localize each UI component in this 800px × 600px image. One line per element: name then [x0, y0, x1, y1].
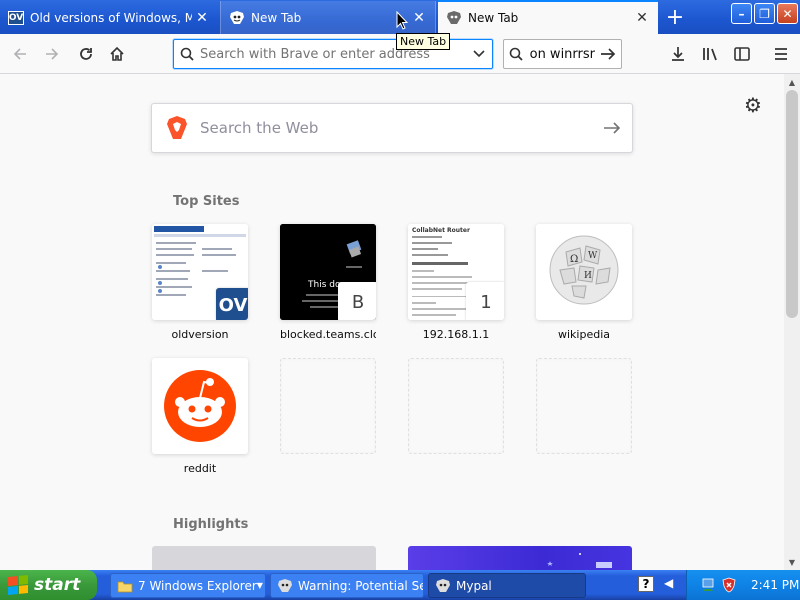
top-site-wikipedia[interactable]: Ω W И wikipedia	[536, 224, 632, 341]
svg-text:И: И	[584, 271, 592, 281]
mouse-cursor-icon	[396, 11, 408, 30]
screen: OV Old versions of Windows, Mac and Linu…	[0, 0, 800, 600]
oldversion-thumbnail: OV	[152, 224, 248, 320]
top-site-label: reddit	[183, 462, 217, 475]
tab-title: Old versions of Windows, Mac and Linux	[30, 10, 192, 25]
ov-favicon-icon: OV	[8, 10, 24, 25]
brave-icon	[277, 578, 293, 594]
thumbnail-text: CollabNet Router	[412, 227, 470, 234]
start-label: start	[34, 575, 81, 595]
top-site-label: blocked.teams.clo...	[280, 328, 376, 341]
top-site-reddit[interactable]: reddit	[152, 358, 248, 475]
start-button[interactable]: start	[0, 570, 97, 600]
thumbnail-text: This do	[308, 280, 341, 290]
go-arrow-icon[interactable]	[595, 47, 621, 61]
top-site-label: 192.168.1.1	[422, 328, 490, 341]
chevron-down-icon: ▼	[256, 581, 263, 590]
shield-icon[interactable]	[721, 577, 737, 593]
vertical-scrollbar[interactable]: ▲ ▼	[784, 74, 800, 570]
brave-favicon-icon	[446, 10, 462, 26]
system-tray: 2:41 PM	[686, 570, 800, 600]
tab-title: New Tab	[251, 10, 302, 25]
network-icon[interactable]	[701, 577, 717, 593]
minimize-icon[interactable]: –	[731, 3, 752, 24]
new-tab-page: ⚙ Top Sites OV oldv	[0, 74, 784, 570]
scroll-up-icon[interactable]: ▲	[784, 74, 800, 90]
brave-favicon-icon	[229, 10, 245, 26]
highlight-card[interactable]	[152, 546, 376, 570]
top-site-empty[interactable]	[536, 358, 632, 462]
search-icon	[174, 47, 200, 61]
search-bar[interactable]: on winrrsr	[503, 39, 622, 69]
search-input[interactable]: on winrrsr	[528, 47, 595, 62]
close-icon[interactable]: ✕	[192, 8, 212, 28]
top-site-empty[interactable]	[408, 358, 504, 462]
clock[interactable]: 2:41 PM	[751, 578, 799, 592]
folder-icon	[117, 578, 133, 594]
top-site-blocked-teams[interactable]: This do B blocked.teams.clo...	[280, 224, 376, 341]
new-tab-plus-icon[interactable]: +	[662, 4, 688, 30]
scroll-thumb[interactable]	[786, 90, 798, 318]
top-site-empty[interactable]	[280, 358, 376, 462]
top-site-oldversion[interactable]: OV oldversion	[152, 224, 248, 341]
taskbar-button-label: Warning: Potential Se...	[298, 578, 423, 593]
top-site-label: wikipedia	[557, 328, 610, 341]
empty-slot	[536, 358, 632, 454]
library-icon[interactable]	[697, 40, 725, 68]
sidebar-icon[interactable]	[728, 40, 756, 68]
chevron-down-icon[interactable]	[466, 49, 492, 59]
go-arrow-icon[interactable]	[592, 121, 632, 135]
home-icon[interactable]	[103, 40, 131, 68]
windows-logo-icon	[8, 574, 28, 596]
site-letter-badge: 1	[466, 282, 504, 320]
svg-text:W: W	[588, 251, 598, 261]
wikipedia-logo: Ω W И	[536, 224, 632, 320]
taskbar-button-mypal[interactable]: Mypal	[428, 573, 586, 598]
reddit-logo	[152, 358, 248, 454]
taskbar-button-warning[interactable]: Warning: Potential Se...	[270, 573, 424, 598]
site-letter-badge: B	[338, 282, 376, 320]
top-sites-heading: Top Sites	[173, 194, 240, 209]
tab-tooltip: New Tab	[396, 33, 451, 50]
restore-icon[interactable]: ❐	[754, 3, 775, 24]
svg-text:Ω: Ω	[570, 254, 578, 265]
empty-slot	[280, 358, 376, 454]
close-icon[interactable]: ✕	[632, 8, 652, 28]
brave-logo-icon	[166, 116, 188, 140]
mypal-icon	[435, 578, 451, 594]
chevron-left-icon[interactable]: ◀	[664, 576, 673, 590]
empty-slot	[408, 358, 504, 454]
windows-taskbar: start 7 Windows Explorer ▼ Warning: Pote…	[0, 570, 800, 600]
help-icon[interactable]: ?	[638, 576, 654, 592]
reload-icon[interactable]	[72, 40, 100, 68]
scroll-down-icon[interactable]: ▼	[784, 554, 800, 570]
taskbar-button-explorer[interactable]: 7 Windows Explorer ▼	[110, 573, 266, 598]
tab-oldversion[interactable]: OV Old versions of Windows, Mac and Linu…	[0, 1, 218, 34]
blocked-page-thumbnail: This do B	[280, 224, 376, 320]
tab-new-tab-active[interactable]: New Tab ✕	[438, 0, 658, 34]
gear-icon[interactable]: ⚙	[742, 93, 764, 117]
close-icon[interactable]: ✕	[409, 8, 429, 28]
router-page-thumbnail: CollabNet Router 1	[408, 224, 504, 320]
download-icon[interactable]	[664, 40, 692, 68]
taskbar-button-label: Mypal	[456, 578, 492, 593]
search-icon	[504, 47, 528, 61]
highlight-card[interactable]	[408, 546, 632, 570]
back-arrow-icon[interactable]	[6, 40, 34, 68]
window-close-icon[interactable]: ✕	[777, 3, 798, 24]
tab-title: New Tab	[468, 11, 519, 25]
web-search-box[interactable]	[151, 103, 633, 153]
menu-hamburger-icon[interactable]	[767, 40, 795, 68]
top-site-label: oldversion	[171, 328, 229, 341]
top-site-router[interactable]: CollabNet Router 1 192.168.1.1	[408, 224, 504, 341]
highlights-heading: Highlights	[173, 517, 249, 532]
ov-badge-icon: OV	[216, 288, 248, 320]
taskbar-button-label: 7 Windows Explorer	[138, 578, 257, 593]
forward-arrow-icon[interactable]	[38, 40, 66, 68]
web-search-input[interactable]	[200, 119, 592, 137]
